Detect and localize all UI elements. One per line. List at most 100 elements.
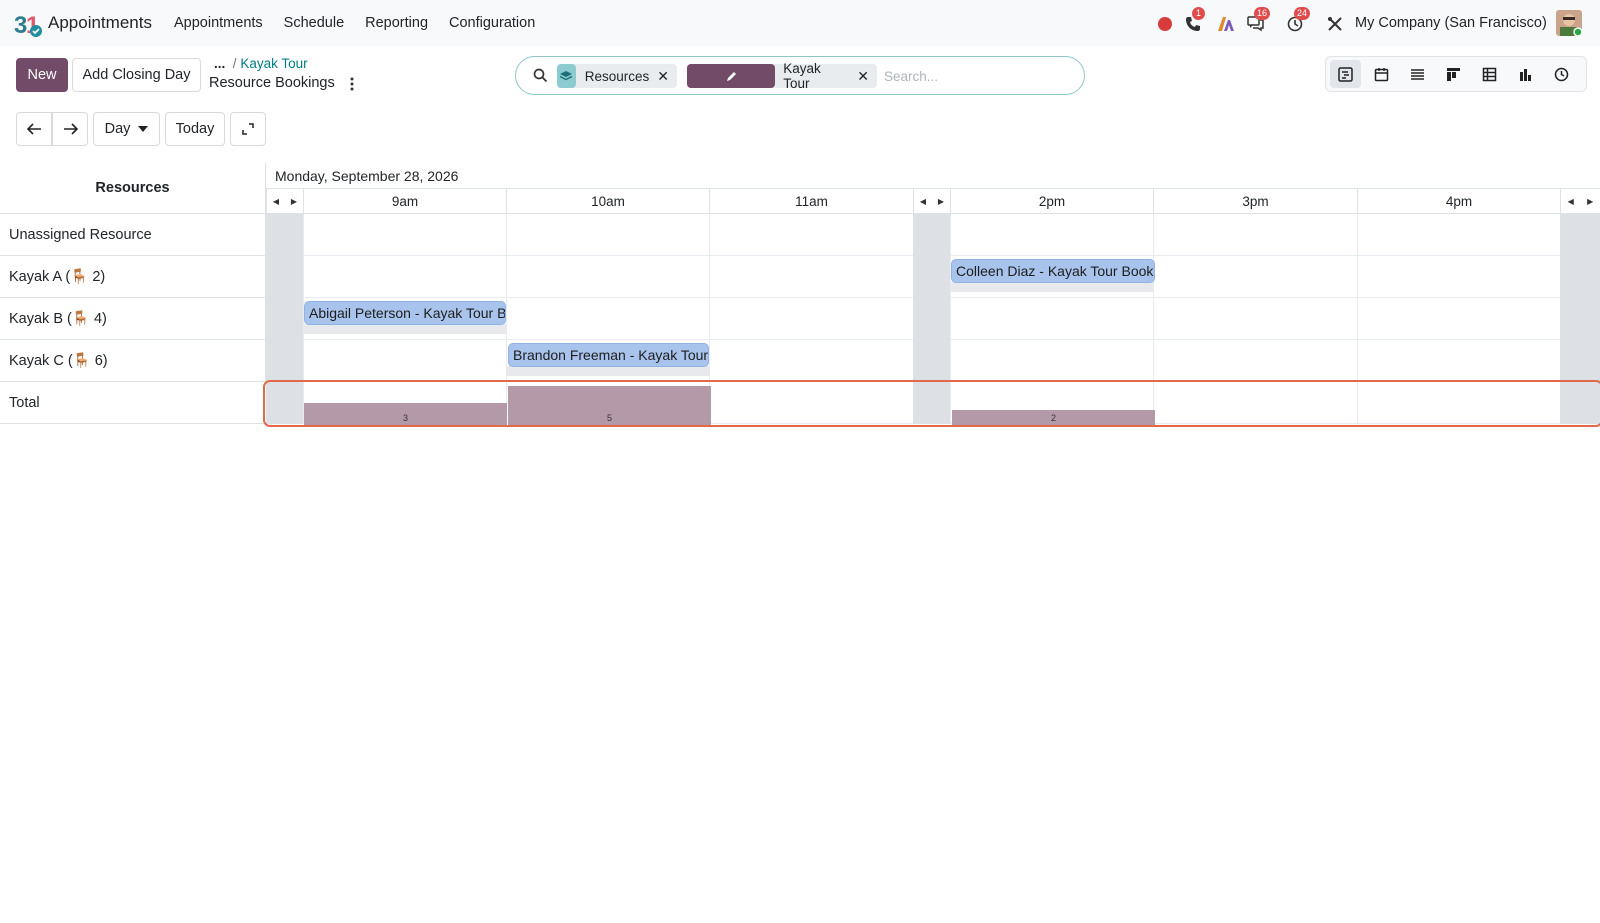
gantt-cell[interactable] (709, 256, 913, 298)
top-navbar: 3 1 Appointments Appointments Schedule R… (0, 0, 1600, 46)
gantt-view-icon (1338, 66, 1353, 82)
menu-item-schedule[interactable]: Schedule (284, 15, 344, 31)
gantt-cell[interactable] (303, 340, 506, 382)
appointments-app-icon[interactable]: 3 1 (14, 10, 42, 38)
collapse-toggle-1[interactable]: ◀ ▶ (266, 189, 303, 214)
gantt-cell[interactable] (1153, 382, 1357, 424)
add-closing-day-button[interactable]: Add Closing Day (72, 58, 201, 92)
gantt-cell[interactable] (1153, 298, 1357, 340)
gantt-cell[interactable] (303, 214, 506, 256)
booking-shadow (950, 282, 1153, 292)
arrow-right-icon (63, 123, 78, 135)
menu-item-reporting[interactable]: Reporting (365, 15, 428, 31)
today-button[interactable]: Today (165, 112, 225, 146)
previous-button[interactable] (16, 112, 52, 146)
collapse-toggle-3[interactable]: ◀ ▶ (1560, 189, 1600, 214)
facet-resources-close-icon[interactable]: ✕ (657, 68, 669, 85)
breadcrumb: ... / Kayak Tour (214, 56, 308, 71)
gantt-cell[interactable] (1357, 214, 1560, 256)
view-graph-button[interactable] (1510, 60, 1541, 88)
user-avatar[interactable] (1556, 10, 1582, 36)
tools-menu[interactable] (1325, 12, 1345, 36)
gantt-cell[interactable] (1357, 256, 1560, 298)
gantt-cell[interactable] (1357, 382, 1560, 424)
phone-badge: 1 (1192, 7, 1205, 20)
view-kanban-button[interactable] (1438, 60, 1469, 88)
caret-down-icon (138, 126, 149, 132)
kanban-icon (1447, 67, 1460, 81)
view-calendar-button[interactable] (1366, 60, 1397, 88)
ai-assistant[interactable] (1215, 12, 1237, 36)
gantt-cell[interactable] (950, 214, 1153, 256)
gantt-cell[interactable] (709, 340, 913, 382)
facet-resources: Resources ✕ (557, 64, 677, 88)
gantt-cell[interactable] (506, 214, 709, 256)
view-list-button[interactable] (1402, 60, 1433, 88)
search-bar: Resources ✕ Kayak Tour ✕ (515, 56, 1085, 95)
total-bar-9am: 3 (304, 403, 507, 425)
menu-item-appointments[interactable]: Appointments (174, 15, 263, 31)
hour-11am: 11am (709, 189, 913, 214)
gantt-cell[interactable] (709, 382, 913, 424)
filter-edit-pencil-icon[interactable] (687, 64, 776, 88)
booking-shadow (506, 366, 709, 376)
gantt-cell[interactable] (1357, 340, 1560, 382)
view-pivot-button[interactable] (1474, 60, 1505, 88)
view-switcher (1325, 56, 1587, 92)
row-kayak-a[interactable]: Kayak A (🪑 2) (0, 256, 266, 298)
hour-4pm: 4pm (1357, 189, 1560, 214)
hour-2pm: 2pm (950, 189, 1153, 214)
gantt-cell[interactable] (1153, 214, 1357, 256)
gantt-cell[interactable] (506, 256, 709, 298)
gantt-cell[interactable] (709, 214, 913, 256)
new-button[interactable]: New (16, 58, 68, 92)
row-unassigned-resource[interactable]: Unassigned Resource (0, 214, 266, 256)
gantt-cell[interactable] (1357, 298, 1560, 340)
collapse-toggle-2[interactable]: ◀ ▶ (913, 189, 950, 214)
breadcrumb-kayak-tour[interactable]: Kayak Tour (240, 56, 307, 71)
search-icon[interactable] (533, 68, 548, 83)
page-title: Resource Bookings (209, 75, 335, 91)
breadcrumb-ellipsis[interactable]: ... (214, 56, 225, 71)
activities-menu[interactable]: 24 (1283, 7, 1311, 36)
booking-abigail-peterson[interactable]: Abigail Peterson - Kayak Tour Booking (304, 301, 506, 325)
app-name[interactable]: Appointments (48, 13, 152, 33)
breadcrumb-separator: / (229, 56, 237, 71)
hour-10am: 10am (506, 189, 709, 214)
gantt-header-resources: Resources (0, 163, 266, 214)
view-activity-button[interactable] (1546, 60, 1577, 88)
booking-brandon-freeman[interactable]: Brandon Freeman - Kayak Tour Booking (508, 343, 709, 367)
company-switcher[interactable]: My Company (San Francisco) (1355, 15, 1547, 31)
view-gantt-button[interactable] (1330, 60, 1361, 88)
menu-item-configuration[interactable]: Configuration (449, 15, 535, 31)
gantt-cell[interactable] (950, 298, 1153, 340)
hour-3pm: 3pm (1153, 189, 1357, 214)
gantt-cell[interactable] (1153, 256, 1357, 298)
search-input[interactable] (882, 65, 1072, 87)
facet-kayak-tour: Kayak Tour ✕ (687, 61, 877, 91)
list-icon (1411, 68, 1424, 80)
facet-kayak-tour-close-icon[interactable]: ✕ (857, 68, 869, 85)
booking-colleen-diaz[interactable]: Colleen Diaz - Kayak Tour Booking (951, 259, 1155, 283)
gantt-cell[interactable] (950, 340, 1153, 382)
phone-menu[interactable]: 1 (1181, 7, 1205, 36)
hour-9am: 9am (303, 189, 506, 214)
recording-indicator[interactable] (1155, 12, 1175, 36)
main-menu: Appointments Schedule Reporting Configur… (174, 15, 535, 31)
expand-icon (242, 123, 254, 135)
row-kayak-c[interactable]: Kayak C (🪑 6) (0, 340, 266, 382)
messaging-menu[interactable]: 16 (1243, 7, 1271, 36)
collapsed-early-hours (266, 214, 303, 424)
gantt-cell[interactable] (506, 298, 709, 340)
expand-button[interactable] (230, 112, 266, 146)
gantt-cell[interactable] (1153, 340, 1357, 382)
facet-kayak-tour-label: Kayak Tour (783, 61, 821, 91)
gantt-cell[interactable] (303, 256, 506, 298)
collapsed-midday-hours (913, 214, 950, 424)
next-button[interactable] (52, 112, 88, 146)
pivot-table-icon (1482, 67, 1497, 81)
scale-dropdown[interactable]: Day (93, 112, 160, 146)
row-kayak-b[interactable]: Kayak B (🪑 4) (0, 298, 266, 340)
gantt-cell[interactable] (709, 298, 913, 340)
actions-kebab-icon[interactable] (349, 77, 355, 91)
